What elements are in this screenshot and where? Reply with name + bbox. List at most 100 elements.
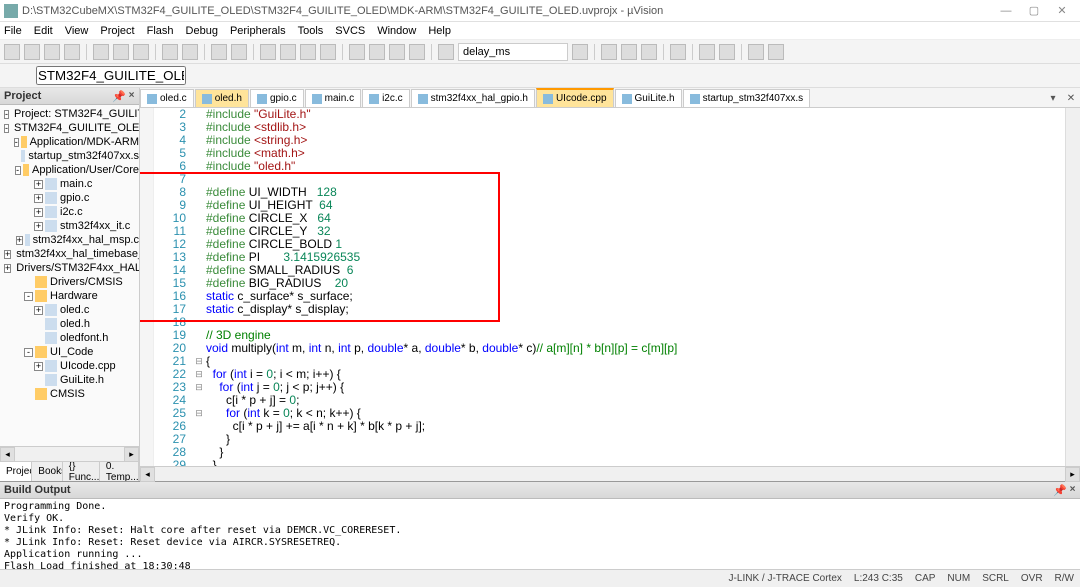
menu-view[interactable]: View (65, 25, 89, 37)
save-all-button[interactable] (64, 44, 80, 60)
scroll-left-button[interactable]: ◂ (0, 447, 15, 462)
fold-marker[interactable]: ⊟ (192, 407, 206, 420)
pin-icon[interactable]: 📌 (1053, 484, 1064, 495)
tree-expander[interactable]: + (34, 208, 43, 217)
paste-button[interactable] (133, 44, 149, 60)
bookmark-clear-button[interactable] (320, 44, 336, 60)
tree-node[interactable]: +Drivers/STM32F4xx_HAL_Driv (0, 261, 139, 275)
code-line[interactable]: #include "oled.h" (206, 160, 1065, 173)
tree-node[interactable]: Drivers/CMSIS (0, 275, 139, 289)
build-output-text[interactable]: Programming Done. Verify OK. * JLink Inf… (0, 499, 1080, 569)
menu-tools[interactable]: Tools (298, 25, 324, 37)
tree-node[interactable]: -Application/User/Core (0, 163, 139, 177)
tree-node[interactable]: oled.h (0, 317, 139, 331)
code-line[interactable] (206, 316, 1065, 329)
editor-tab[interactable]: stm32f4xx_hal_gpio.h (411, 89, 535, 107)
tree-node[interactable]: startup_stm32f407xx.s (0, 149, 139, 163)
nav-fwd-button[interactable] (231, 44, 247, 60)
menu-file[interactable]: File (4, 25, 22, 37)
fold-marker[interactable]: ⊟ (192, 368, 206, 381)
editor-hscroll[interactable]: ◂ ▸ (140, 466, 1080, 481)
sidebar-tab[interactable]: Books (32, 462, 63, 481)
close-button[interactable]: ✕ (1048, 4, 1076, 17)
tree-expander[interactable]: - (4, 110, 9, 119)
menu-debug[interactable]: Debug (186, 25, 218, 37)
find-icon[interactable] (438, 44, 454, 60)
editor-tab[interactable]: startup_stm32f407xx.s (683, 89, 811, 107)
config-button[interactable] (699, 44, 715, 60)
project-tree[interactable]: -Project: STM32F4_GUILITE_OLED-STM32F4_G… (0, 105, 139, 446)
code-line[interactable]: #include "GuiLite.h" (206, 108, 1065, 121)
tree-expander[interactable]: + (4, 264, 11, 273)
code-line[interactable]: } (206, 433, 1065, 446)
panel-close-icon[interactable]: × (126, 90, 137, 101)
tree-node[interactable]: oledfont.h (0, 331, 139, 345)
tree-expander[interactable]: - (14, 138, 19, 147)
editor-tab[interactable]: oled.c (140, 89, 194, 107)
fold-gutter[interactable]: ⊟⊟⊟⊟ (192, 108, 206, 466)
find-input[interactable] (458, 43, 568, 61)
open-file-button[interactable] (24, 44, 40, 60)
new-file-button[interactable] (4, 44, 20, 60)
editor-tab[interactable]: gpio.c (250, 89, 304, 107)
vertical-scrollbar[interactable] (1065, 108, 1080, 466)
panel-close-icon[interactable]: × (1067, 484, 1078, 495)
code-line[interactable]: #include <stdlib.h> (206, 121, 1065, 134)
editor-tab[interactable]: i2c.c (362, 89, 410, 107)
code-line[interactable]: c[i * p + j] += a[i * n + k] * b[k * p +… (206, 420, 1065, 433)
tree-node[interactable]: -UI_Code (0, 345, 139, 359)
code-line[interactable]: #define UI_WIDTH 128 (206, 186, 1065, 199)
tree-node[interactable]: +i2c.c (0, 205, 139, 219)
tree-expander[interactable]: - (4, 124, 9, 133)
tree-expander[interactable]: + (4, 250, 11, 259)
code-line[interactable]: #include <string.h> (206, 134, 1065, 147)
manage-rte-button[interactable] (719, 44, 735, 60)
tab-close-button[interactable]: ✕ (1064, 93, 1078, 107)
tree-node[interactable]: +stm32f4xx_hal_msp.c (0, 233, 139, 247)
redo-button[interactable] (182, 44, 198, 60)
editor-tab[interactable]: UIcode.cpp (536, 88, 614, 107)
tree-node[interactable]: +UIcode.cpp (0, 359, 139, 373)
code-line[interactable]: #include <math.h> (206, 147, 1065, 160)
tree-expander[interactable]: - (24, 348, 33, 357)
scroll-track[interactable] (15, 447, 124, 461)
sidebar-tab[interactable]: 0. Temp... (100, 462, 139, 481)
bookmark-button[interactable] (260, 44, 276, 60)
code-line[interactable]: static c_display* s_display; (206, 303, 1065, 316)
uncomment-button[interactable] (409, 44, 425, 60)
code-line[interactable]: #define UI_HEIGHT 64 (206, 199, 1065, 212)
tree-node[interactable]: +stm32f4xx_hal_timebase_ (0, 247, 139, 261)
nav-back-button[interactable] (211, 44, 227, 60)
tree-expander[interactable]: + (34, 222, 43, 231)
menu-window[interactable]: Window (377, 25, 416, 37)
editor-tab[interactable]: main.c (305, 89, 361, 107)
undo-button[interactable] (162, 44, 178, 60)
code-line[interactable]: } (206, 459, 1065, 466)
comment-button[interactable] (389, 44, 405, 60)
tree-expander[interactable]: + (34, 194, 43, 203)
tree-expander[interactable]: + (34, 306, 43, 315)
menu-flash[interactable]: Flash (147, 25, 174, 37)
tools-button[interactable] (748, 44, 764, 60)
pin-icon[interactable]: 📌 (112, 90, 123, 101)
tree-node[interactable]: -Project: STM32F4_GUILITE_OLED (0, 107, 139, 121)
tree-node[interactable]: CMSIS (0, 387, 139, 401)
fold-marker[interactable]: ⊟ (192, 381, 206, 394)
code-line[interactable]: #define CIRCLE_X 64 (206, 212, 1065, 225)
menu-project[interactable]: Project (100, 25, 134, 37)
window-button[interactable] (670, 44, 686, 60)
bookmark-gutter[interactable] (140, 108, 154, 466)
sidebar-tab[interactable]: Project (0, 462, 32, 481)
cut-button[interactable] (93, 44, 109, 60)
sidebar-tab[interactable]: {} Func... (63, 462, 100, 481)
code-editor[interactable]: #include "GuiLite.h"#include <stdlib.h>#… (206, 108, 1065, 466)
outdent-button[interactable] (369, 44, 385, 60)
tools-dropdown[interactable] (768, 44, 784, 60)
menu-svcs[interactable]: SVCS (335, 25, 365, 37)
tree-node[interactable]: +stm32f4xx_it.c (0, 219, 139, 233)
save-button[interactable] (44, 44, 60, 60)
tree-node[interactable]: -STM32F4_GUILITE_OLED (0, 121, 139, 135)
menu-edit[interactable]: Edit (34, 25, 53, 37)
find-dropdown-button[interactable] (572, 44, 588, 60)
target-combo[interactable] (36, 66, 186, 85)
